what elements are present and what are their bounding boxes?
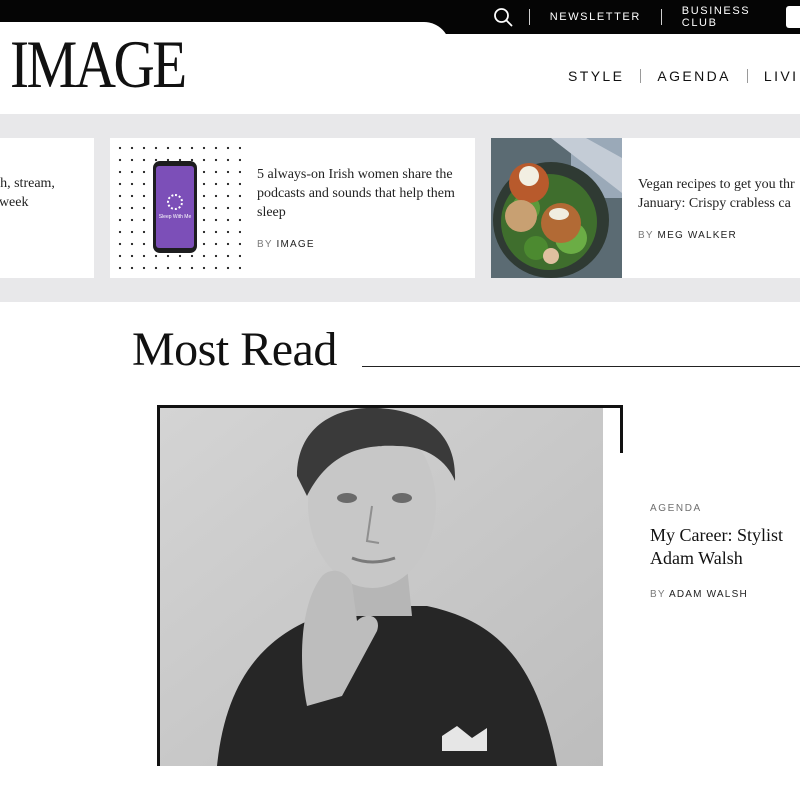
search-icon (494, 8, 513, 27)
card-byline: BY MEG WALKER (638, 230, 737, 241)
nav-item-agenda[interactable]: AGENDA (641, 68, 747, 84)
article-carousel: tch, stream, s week Sleep With Me 5 alwa… (0, 114, 800, 302)
card-title-line: Vegan recipes to get you thr (638, 177, 795, 192)
card-byline: BY IMAGE (257, 239, 315, 250)
byline-author[interactable]: IMAGE (277, 239, 315, 250)
byline-author[interactable]: ADAM WALSH (669, 589, 748, 600)
image-frame-right (620, 405, 623, 453)
search-button[interactable] (490, 0, 517, 34)
card-title[interactable]: 5 always-on Irish women share the podcas… (257, 165, 467, 222)
main-nav: STYLE AGENDA LIVI (552, 68, 800, 84)
byline-prefix: BY (257, 239, 273, 250)
card-image: Sleep With Me (110, 138, 241, 278)
card-title-line: s week (0, 195, 29, 210)
utility-links: NEWSLETTER BUSINESS CLUB (490, 0, 800, 34)
feature-byline: BY ADAM WALSH (650, 589, 748, 600)
image-frame-left (157, 405, 160, 766)
feature-category[interactable]: AGENDA (650, 503, 702, 514)
byline-author[interactable]: MEG WALKER (658, 230, 737, 241)
article-card[interactable]: tch, stream, s week (0, 138, 94, 278)
feature-title[interactable]: My Career: Stylist Adam Walsh (650, 524, 800, 570)
phone-screen: Sleep With Me (156, 166, 194, 248)
byline-prefix: BY (638, 230, 654, 241)
article-card[interactable]: Sleep With Me 5 always-on Irish women sh… (110, 138, 475, 278)
food-plate-image (491, 138, 622, 278)
utility-button[interactable] (786, 6, 800, 28)
business-club-link[interactable]: BUSINESS CLUB (662, 5, 799, 29)
image-frame-top (157, 405, 623, 408)
card-title[interactable]: Vegan recipes to get you thr January: Cr… (638, 175, 800, 213)
podcast-logo-icon (167, 194, 183, 210)
nav-item-style[interactable]: STYLE (552, 68, 640, 84)
nav-item-living[interactable]: LIVI (748, 68, 800, 84)
phone-illustration: Sleep With Me (153, 161, 197, 253)
newsletter-link[interactable]: NEWSLETTER (530, 11, 661, 23)
byline-prefix: BY (650, 589, 666, 600)
portrait-photo (157, 406, 603, 766)
most-read-heading: Most Read (132, 323, 337, 376)
site-logo[interactable]: IMAGE (10, 30, 187, 98)
phone-screen-text: Sleep With Me (158, 214, 192, 220)
card-title-line: January: Crispy crabless ca (638, 196, 791, 211)
card-title: tch, stream, s week (0, 174, 94, 212)
article-card[interactable]: Vegan recipes to get you thr January: Cr… (491, 138, 800, 278)
card-title-line: tch, stream, (0, 176, 55, 191)
heading-rule (362, 366, 800, 367)
feature-image[interactable] (157, 406, 603, 766)
card-image (491, 138, 622, 278)
